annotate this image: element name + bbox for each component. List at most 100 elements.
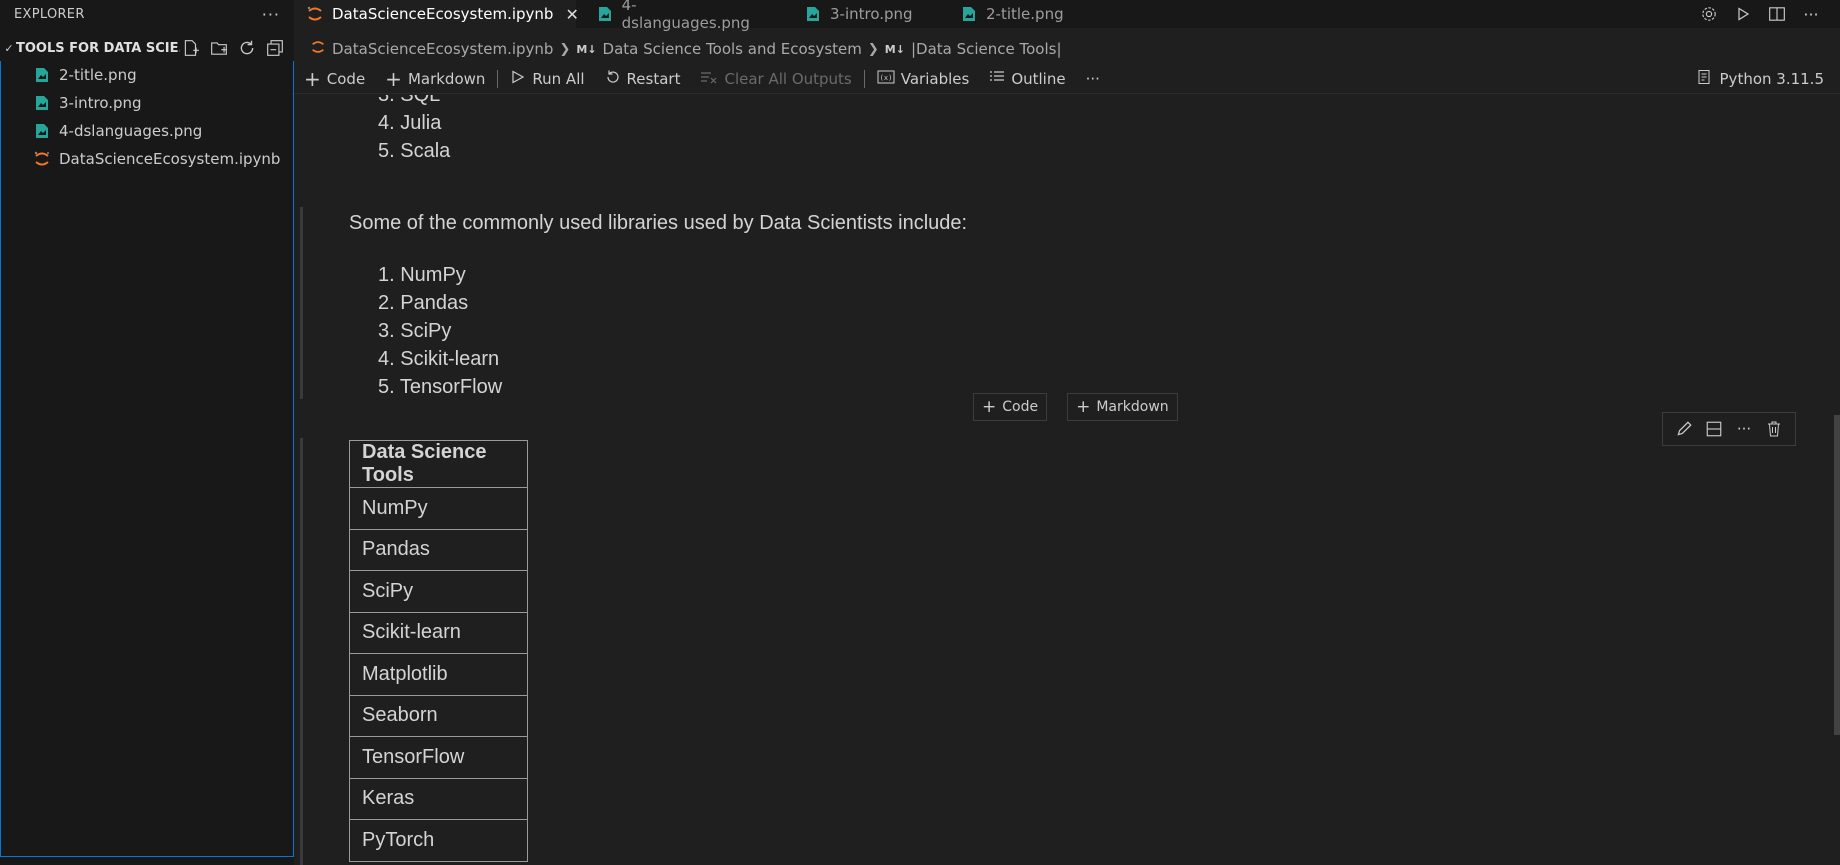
restart-icon [605,69,621,89]
file-item[interactable]: DataScienceEcosystem.ipynb [1,145,293,173]
more-actions-icon: ··· [1085,69,1100,88]
workspace-folder-name: TOOLS FOR DATA SCIE... [16,40,180,56]
table-cell: Keras [349,777,528,820]
vertical-scrollbar[interactable] [1834,415,1840,735]
tab-2-title[interactable]: 2-title.png [948,0,1088,28]
editor-tab-bar: DataScienceEcosystem.ipynb ✕ 4-dslanguag… [294,0,1840,32]
table-cell: Seaborn [349,694,528,737]
markdown-icon: M↓ [576,42,597,56]
breadcrumb-file[interactable]: DataScienceEcosystem.ipynb [332,40,553,58]
cell-focus-bar [300,207,303,399]
close-icon[interactable]: ✕ [565,5,578,24]
split-editor-icon[interactable] [1764,1,1790,27]
file-name: 4-dslanguages.png [59,122,203,140]
run-all-button[interactable]: Run All [500,67,594,91]
tab-datascienceecosystem[interactable]: DataScienceEcosystem.ipynb ✕ [294,0,579,28]
chevron-right-icon: ❯ [867,41,879,57]
list-item: 1. NumPy [378,264,466,286]
outline-icon [989,69,1005,89]
refresh-icon[interactable] [236,38,258,58]
insert-cell-buttons: + Code + Markdown [973,393,1178,421]
file-item[interactable]: 2-title.png [1,61,293,89]
run-icon[interactable] [1730,1,1756,27]
file-item[interactable]: 4-dslanguages.png [1,117,293,145]
toolbar-divider [497,69,499,88]
add-markdown-label: Markdown [407,69,486,88]
trash-icon[interactable] [1762,417,1786,441]
variables-label: Variables [900,69,970,88]
table-row: Pandas [349,528,528,571]
breadcrumb-section[interactable]: Data Science Tools and Ecosystem [603,40,862,58]
more-actions-icon[interactable]: ··· [1732,417,1756,441]
chevron-right-icon: ❯ [559,41,571,57]
image-file-icon [596,5,614,23]
plus-icon: + [982,397,997,417]
new-folder-icon[interactable] [208,38,230,58]
variables-icon: (x) [877,69,895,89]
explorer-title: EXPLORER [14,6,85,22]
breadcrumb-subsection[interactable]: |Data Science Tools| [911,40,1062,58]
breadcrumb: DataScienceEcosystem.ipynb ❯ M↓ Data Sci… [310,38,1062,60]
plus-icon: + [385,66,402,91]
chevron-down-icon: ✓ [4,41,14,55]
insert-markdown-label: Markdown [1096,399,1169,415]
restart-button[interactable]: Restart [595,67,691,91]
table-cell: PyTorch [349,819,528,862]
table-cell: NumPy [349,487,528,530]
insert-markdown-cell-button[interactable]: + Markdown [1067,393,1178,421]
table-row: Scikit-learn [349,611,528,654]
kernel-picker[interactable]: Python 3.11.5 [1696,64,1824,94]
add-markdown-cell-button[interactable]: + Markdown [375,67,495,91]
image-file-icon [33,66,51,84]
notebook-editor: 3. SQL 4. Julia 5. Scala Some of the com… [294,95,1840,865]
variables-button[interactable]: (x) Variables [867,67,980,91]
list-item: 3. SQL [378,95,441,106]
tab-label: 3-intro.png [830,5,913,23]
table-cell: SciPy [349,570,528,613]
plus-icon: + [1076,397,1091,417]
more-toolbar-actions-button[interactable]: ··· [1076,67,1110,91]
tab-label: DataScienceEcosystem.ipynb [332,5,554,23]
table-row: Matplotlib [349,653,528,696]
data-science-tools-table: Data Science Tools NumPy Pandas SciPy Sc… [349,440,528,862]
tab-4-dslanguages[interactable]: 4-dslanguages.png [584,0,774,32]
list-item: 4. Scikit-learn [378,348,500,370]
more-actions-icon[interactable]: ··· [1798,1,1824,27]
list-item: 5. TensorFlow [378,376,503,398]
toolbar-divider [863,69,865,88]
table-row: Seaborn [349,694,528,737]
gear-icon[interactable] [1696,1,1722,27]
table-cell: Matplotlib [349,653,528,696]
restart-label: Restart [626,69,681,88]
collapse-all-icon[interactable] [264,38,286,58]
table-row: SciPy [349,570,528,613]
file-item[interactable]: 3-intro.png [1,89,293,117]
edit-pencil-icon[interactable] [1672,417,1696,441]
table-cell: Pandas [349,528,528,571]
file-name: 2-title.png [59,66,137,84]
tab-label: 4-dslanguages.png [621,0,750,32]
split-cell-icon[interactable] [1702,417,1726,441]
plus-icon: + [304,66,321,91]
table-header: Data Science Tools [349,440,528,488]
explorer-header: EXPLORER ··· [0,0,294,28]
insert-code-label: Code [1002,399,1039,415]
image-file-icon [960,5,978,23]
insert-code-cell-button[interactable]: + Code [973,393,1048,421]
libraries-list: 1. NumPy 2. Pandas 3. SciPy 4. Scikit-le… [378,261,502,401]
clear-all-outputs-button[interactable]: Clear All Outputs [690,67,861,91]
tab-3-intro[interactable]: 3-intro.png [792,0,932,28]
notebook-toolbar: + Code + Markdown Run All Restart Clear … [294,64,1840,94]
table-row: TensorFlow [349,736,528,779]
languages-list: 3. SQL 4. Julia 5. Scala [378,95,450,165]
workspace-folder[interactable]: ✓ TOOLS FOR DATA SCIE... [0,35,294,61]
new-file-icon[interactable] [180,38,202,58]
jupyter-notebook-icon [33,150,51,168]
jupyter-notebook-icon [306,5,324,23]
clear-outputs-label: Clear All Outputs [724,69,852,88]
image-file-icon [804,5,822,23]
outline-button[interactable]: Outline [979,67,1075,91]
table-row: Keras [349,777,528,820]
add-code-cell-button[interactable]: + Code [294,67,375,91]
more-actions-icon[interactable]: ··· [262,5,280,24]
